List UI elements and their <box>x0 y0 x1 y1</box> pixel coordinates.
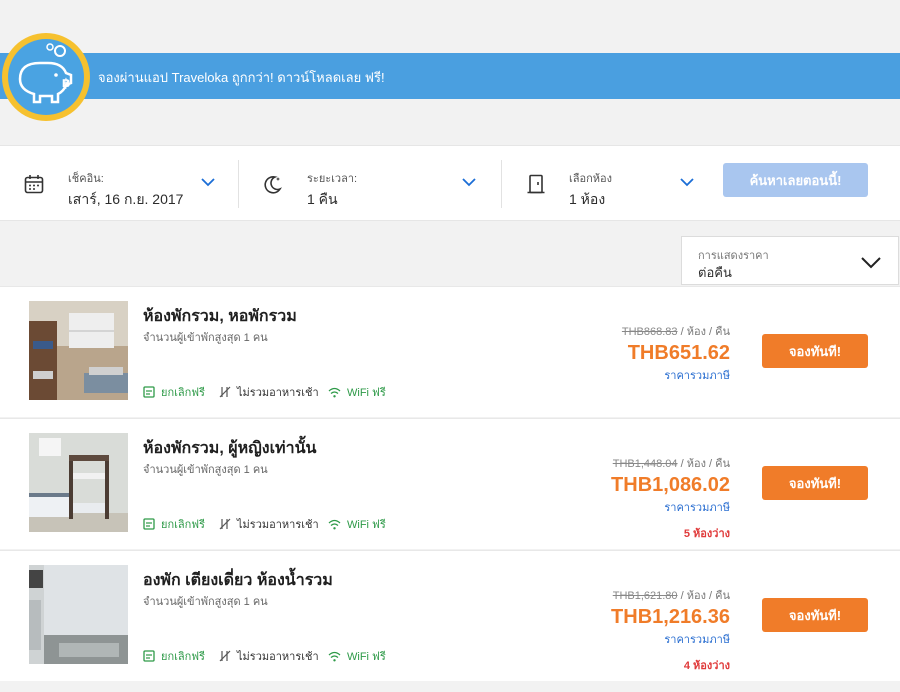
room-card: องพัก เตียงเดี่ยว ห้องน้ำรวม จำนวนผู้เข้… <box>0 550 900 681</box>
checkin-field[interactable]: เช็คอิน: เสาร์, 16 ก.ย. 2017 <box>24 146 234 222</box>
amenity-label: WiFi ฟรี <box>347 519 386 531</box>
original-price: THB1,621.80 / ห้อง / คืน <box>613 586 730 604</box>
room-occupancy: จำนวนผู้เข้าพักสูงสุด 1 คน <box>143 332 268 344</box>
wifi-icon <box>328 387 341 397</box>
piggy-bank-icon: ฿ <box>2 33 90 121</box>
no-breakfast-icon <box>219 386 231 398</box>
room-title[interactable]: องพัก เตียงเดี่ยว ห้องน้ำรวม <box>143 568 333 593</box>
divider <box>501 160 502 208</box>
chevron-down-icon <box>861 257 881 269</box>
free-cancel-icon <box>143 650 155 662</box>
wifi-amenity: WiFi ฟรี <box>328 384 386 400</box>
rooms-label: เลือกห้อง <box>569 173 612 185</box>
original-price-value: THB1,621.80 <box>612 590 678 602</box>
free-cancel-amenity: ยกเลิกฟรี <box>143 648 205 664</box>
amenity-label: ไม่รวมอาหารเช้า <box>237 651 319 663</box>
price-unit: / ห้อง / คืน <box>680 458 730 470</box>
free-cancel-icon <box>143 518 155 530</box>
wifi-amenity: WiFi ฟรี <box>328 648 386 664</box>
amenity-label: ไม่รวมอาหารเช้า <box>237 519 319 531</box>
room-card: ห้องพักรวม, ผู้หญิงเท่านั้น จำนวนผู้เข้า… <box>0 418 900 549</box>
duration-label: ระยะเวลา: <box>307 173 358 185</box>
room-title[interactable]: ห้องพักรวม, หอพักรวม <box>143 304 297 329</box>
divider <box>238 160 239 208</box>
chevron-down-icon <box>680 178 694 187</box>
book-now-button[interactable]: จองทันที! <box>762 334 868 368</box>
amenity-label: ยกเลิกฟรี <box>161 387 205 399</box>
price-display-value: ต่อคืน <box>698 265 732 280</box>
room-price: THB1,216.36 <box>611 606 730 628</box>
checkin-value: เสาร์, 16 ก.ย. 2017 <box>68 191 184 207</box>
room-price: THB1,086.02 <box>611 474 730 496</box>
no-breakfast-icon <box>219 650 231 662</box>
room-title[interactable]: ห้องพักรวม, ผู้หญิงเท่านั้น <box>143 436 316 461</box>
room-photo[interactable] <box>29 433 128 532</box>
door-icon <box>527 174 545 194</box>
amenity-label: WiFi ฟรี <box>347 651 386 663</box>
duration-value: 1 คืน <box>307 191 338 207</box>
free-cancel-amenity: ยกเลิกฟรี <box>143 384 205 400</box>
original-price-value: THB1,448.04 <box>612 458 678 470</box>
calendar-icon <box>24 175 44 194</box>
no-breakfast-amenity: ไม่รวมอาหารเช้า <box>219 516 319 532</box>
duration-field[interactable]: ระยะเวลา: 1 คืน <box>263 146 483 222</box>
wifi-amenity: WiFi ฟรี <box>328 516 386 532</box>
amenity-label: WiFi ฟรี <box>347 387 386 399</box>
room-card: ห้องพักรวม, หอพักรวม จำนวนผู้เข้าพักสูงส… <box>0 286 900 417</box>
tax-note: ราคารวมภาษี <box>664 502 730 514</box>
original-price-value: THB868.83 <box>621 326 678 338</box>
book-now-button[interactable]: จองทันที! <box>762 598 868 632</box>
no-breakfast-icon <box>219 518 231 530</box>
room-price: THB651.62 <box>627 342 730 364</box>
no-breakfast-amenity: ไม่รวมอาหารเช้า <box>219 648 319 664</box>
original-price: THB868.83 / ห้อง / คืน <box>622 322 730 340</box>
search-button[interactable]: ค้นหาเลยตอนนี้! <box>723 163 868 197</box>
room-photo[interactable] <box>29 301 128 400</box>
room-photo[interactable] <box>29 565 128 664</box>
amenity-label: ยกเลิกฟรี <box>161 651 205 663</box>
price-unit: / ห้อง / คืน <box>680 326 730 338</box>
room-occupancy: จำนวนผู้เข้าพักสูงสุด 1 คน <box>143 464 268 476</box>
app-promo-text: จองผ่านแอป Traveloka ถูกกว่า! ดาวน์โหลดเ… <box>98 70 385 85</box>
rooms-field[interactable]: เลือกห้อง 1 ห้อง <box>526 146 701 222</box>
moon-icon <box>264 176 282 194</box>
rooms-value: 1 ห้อง <box>569 191 606 207</box>
amenity-label: ยกเลิกฟรี <box>161 519 205 531</box>
chevron-down-icon <box>201 178 215 187</box>
chevron-down-icon <box>462 178 476 187</box>
book-now-button[interactable]: จองทันที! <box>762 466 868 500</box>
free-cancel-icon <box>143 386 155 398</box>
amenity-label: ไม่รวมอาหารเช้า <box>237 387 319 399</box>
free-cancel-amenity: ยกเลิกฟรี <box>143 516 205 532</box>
wifi-icon <box>328 651 341 661</box>
original-price: THB1,448.04 / ห้อง / คืน <box>613 454 730 472</box>
availability: 5 ห้องว่าง <box>683 528 730 540</box>
svg-text:฿: ฿ <box>62 76 70 90</box>
tax-note: ราคารวมภาษี <box>664 370 730 382</box>
wifi-icon <box>328 519 341 529</box>
tax-note: ราคารวมภาษี <box>664 634 730 646</box>
no-breakfast-amenity: ไม่รวมอาหารเช้า <box>219 384 319 400</box>
availability: 4 ห้องว่าง <box>683 660 730 672</box>
price-unit: / ห้อง / คืน <box>680 590 730 602</box>
room-occupancy: จำนวนผู้เข้าพักสูงสุด 1 คน <box>143 596 268 608</box>
checkin-label: เช็คอิน: <box>68 173 104 185</box>
price-display-select[interactable]: การแสดงราคา ต่อคืน <box>681 236 899 285</box>
app-promo-banner[interactable]: จองผ่านแอป Traveloka ถูกกว่า! ดาวน์โหลดเ… <box>0 53 900 99</box>
